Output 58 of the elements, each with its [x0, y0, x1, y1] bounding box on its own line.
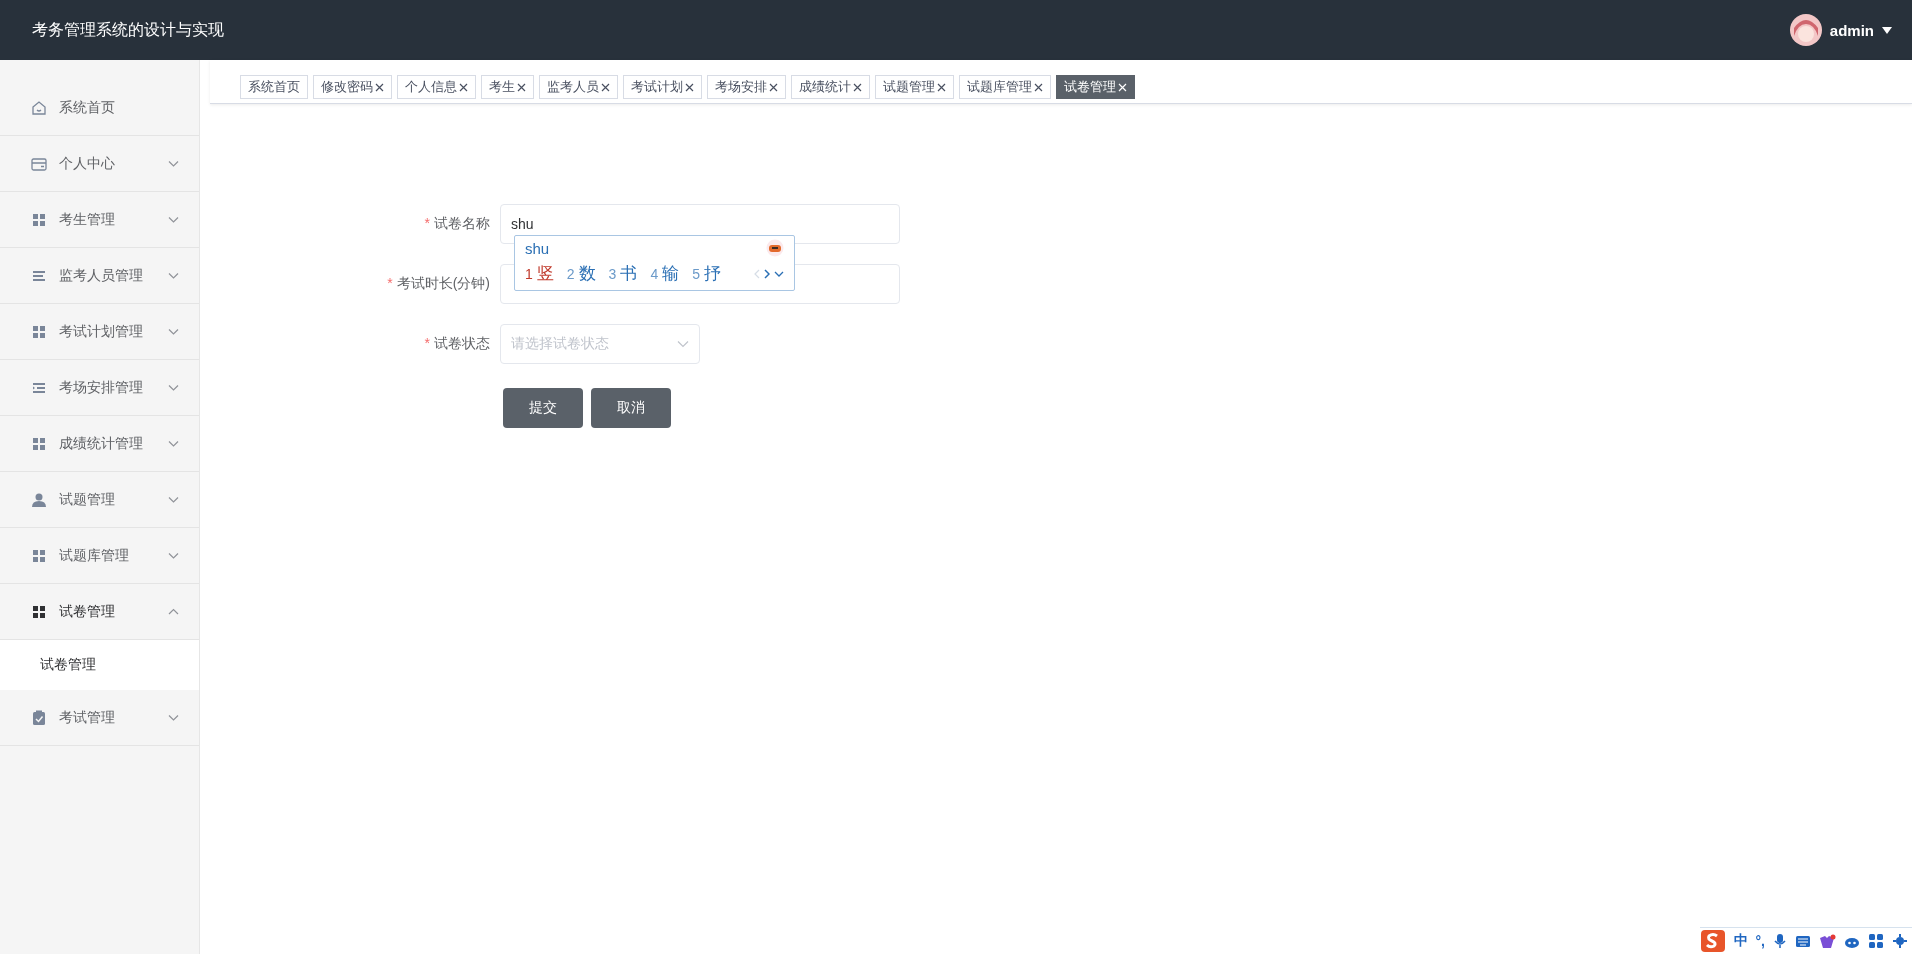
chevron-up-icon	[168, 607, 179, 616]
avatar-icon	[1789, 14, 1822, 46]
app-title: 考务管理系统的设计与实现	[32, 19, 224, 40]
chevron-down-icon	[774, 270, 784, 277]
page-tab[interactable]: 修改密码	[313, 75, 392, 99]
sidebar-item[interactable]: 考场安排管理	[0, 360, 199, 416]
mascot-icon	[766, 239, 784, 257]
clipboard-icon	[30, 708, 48, 727]
caret-icon	[1882, 26, 1892, 34]
user-name[interactable]: admin	[1829, 21, 1874, 39]
chevron-down-icon	[677, 340, 689, 348]
chevron-down-icon	[168, 271, 179, 280]
chevron-down-icon	[168, 713, 179, 722]
microphone-icon	[1773, 933, 1787, 949]
page-tab[interactable]: 试题管理	[875, 75, 954, 99]
submenu-item[interactable]: 试卷管理	[0, 640, 199, 690]
apps-icon	[1868, 933, 1884, 949]
sidebar-item[interactable]: 考试计划管理	[0, 304, 199, 360]
sidebar-item[interactable]: 考生管理	[0, 192, 199, 248]
page-tab[interactable]: 试题库管理	[959, 75, 1051, 99]
page-tab[interactable]: 系统首页	[240, 75, 308, 99]
shirt-icon	[1819, 933, 1836, 949]
field-label: * 试卷名称	[423, 215, 491, 233]
sidebar-item[interactable]: 系统首页	[0, 80, 199, 136]
page-tab[interactable]: 成绩统计	[791, 75, 870, 99]
sidebar-item[interactable]: 试题库管理	[0, 528, 199, 584]
page-tab[interactable]: 试卷管理	[1056, 75, 1135, 99]
chevron-left-icon	[754, 268, 760, 279]
chevron-down-icon	[168, 439, 179, 448]
chevron-right-icon	[764, 268, 770, 279]
page-tab[interactable]: 考场安排	[707, 75, 786, 99]
chevron-down-icon	[168, 383, 179, 392]
input-mode-toggle[interactable]: 中	[1733, 932, 1748, 950]
punctuation-toggle[interactable]: °,	[1755, 933, 1765, 949]
sidebar-item[interactable]: 成绩统计管理	[0, 416, 199, 472]
form-button[interactable]: 取消	[591, 388, 671, 428]
form-button[interactable]: 提交	[503, 388, 583, 428]
ime-candidate[interactable]: 5 抒	[692, 262, 721, 285]
ime-candidate[interactable]: 4 输	[650, 262, 680, 285]
field-label: * 考试时长(分钟)	[386, 275, 491, 293]
chevron-down-icon	[168, 159, 179, 168]
sidebar-item[interactable]: 监考人员管理	[0, 248, 199, 304]
chevron-down-icon	[168, 215, 179, 224]
sidebar-item[interactable]: 个人中心	[0, 136, 199, 192]
chevron-down-icon	[168, 327, 179, 336]
sidebar-item[interactable]: 试题管理	[0, 472, 199, 528]
page-tab[interactable]: 个人信息	[397, 75, 476, 99]
field-label: * 试卷状态	[423, 335, 491, 353]
chevron-down-icon	[168, 495, 179, 504]
keyboard-icon	[1795, 933, 1811, 949]
ime-candidate[interactable]: 2 数	[566, 262, 596, 285]
chevron-down-icon	[168, 551, 179, 560]
page-tab[interactable]: 考生	[481, 75, 534, 99]
page-tab[interactable]: 考试计划	[623, 75, 702, 99]
page-tab[interactable]: 监考人员	[539, 75, 618, 99]
ime-candidate[interactable]: 3 书	[608, 262, 638, 285]
ime-candidate[interactable]: 1 竖	[525, 262, 554, 285]
sidebar-item[interactable]: 考试管理	[0, 690, 199, 746]
